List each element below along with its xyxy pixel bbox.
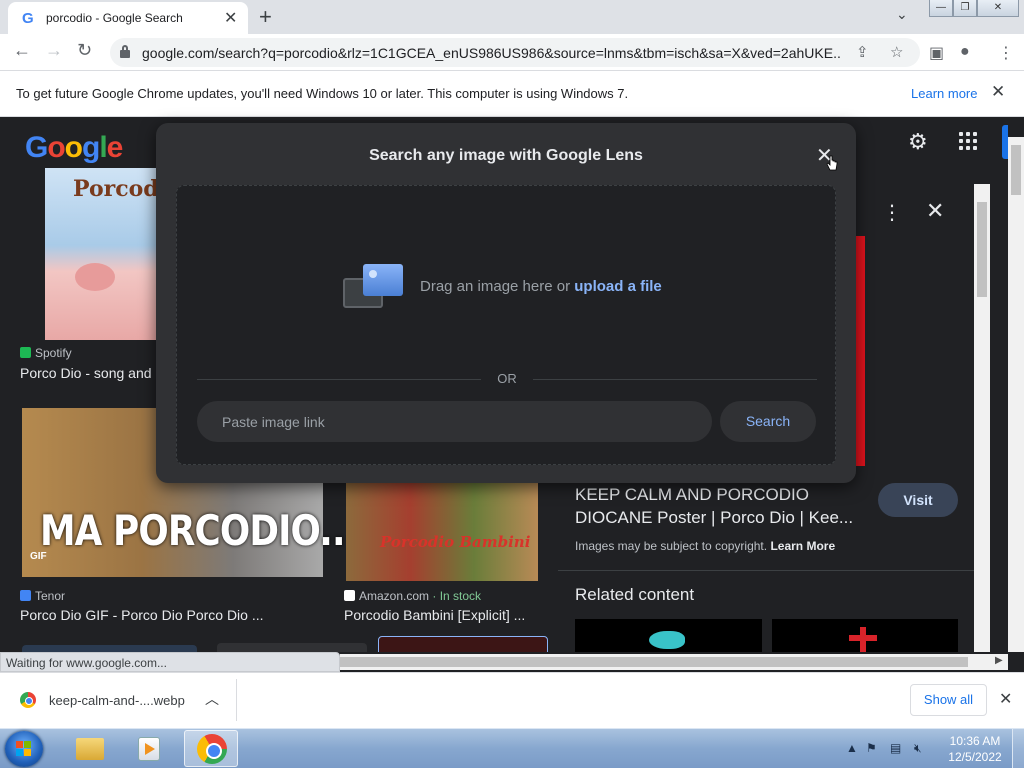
gif-badge: GIF	[30, 551, 47, 562]
infobar-close-icon[interactable]: ✕	[991, 82, 1005, 102]
tab-close-icon[interactable]: ✕	[224, 8, 237, 28]
result-thumbnail[interactable]	[22, 645, 197, 652]
paste-image-link-input[interactable]	[197, 401, 712, 442]
minimize-button[interactable]: —	[929, 0, 953, 17]
result-source[interactable]: Tenor	[20, 589, 65, 603]
download-bar-close-icon[interactable]: ✕	[999, 689, 1012, 709]
preview-title[interactable]: KEEP CALM AND PORCODIO DIOCANE Poster | …	[575, 483, 870, 529]
address-bar[interactable]: google.com/search?q=porcodio&rlz=1C1GCEA…	[110, 38, 920, 67]
side-panel-icon[interactable]: ▣	[929, 43, 944, 63]
image-drop-zone[interactable]: Drag an image here or upload a file OR S…	[176, 185, 836, 465]
download-bar: keep-calm-and-....webp ︿ Show all ✕	[0, 672, 1024, 728]
tab-strip: G porcodio - Google Search ✕ + ⌄ — ❐ ✕	[0, 0, 1024, 34]
tenor-icon	[20, 590, 31, 601]
tab-title: porcodio - Google Search	[46, 11, 183, 25]
lock-icon[interactable]	[120, 45, 130, 58]
system-clock[interactable]: 10:36 AM 12/5/2022	[940, 733, 1010, 765]
reload-icon[interactable]: ↻	[77, 40, 92, 61]
google-lens-dialog: Search any image with Google Lens ✕ Drag…	[156, 123, 856, 483]
update-infobar: To get future Google Chrome updates, you…	[0, 71, 1024, 117]
drag-instructions: Drag an image here or upload a file	[420, 278, 662, 295]
start-button[interactable]	[5, 731, 43, 767]
window-close-button[interactable]: ✕	[977, 0, 1019, 17]
result-source[interactable]: Amazon.com · In stock	[344, 589, 481, 603]
url-text[interactable]: google.com/search?q=porcodio&rlz=1C1GCEA…	[142, 45, 842, 61]
lens-search-button[interactable]: Search	[720, 401, 816, 442]
google-favicon-icon: G	[22, 10, 34, 27]
horizontal-scrollbar[interactable]: ▶	[340, 654, 1008, 670]
learn-more-link[interactable]: Learn more	[911, 86, 977, 101]
download-file-name[interactable]: keep-calm-and-....webp	[49, 693, 185, 708]
related-thumbnail[interactable]	[575, 619, 762, 652]
related-thumbnail[interactable]	[772, 619, 958, 652]
show-desktop-button[interactable]	[1012, 729, 1024, 768]
share-icon[interactable]: ⇪	[856, 43, 869, 61]
forward-icon[interactable]: →	[45, 40, 63, 61]
action-center-flag-icon[interactable]: ⚑	[866, 741, 877, 755]
divider	[236, 679, 237, 721]
divider	[533, 379, 817, 380]
result-thumbnail[interactable]: Porcod	[45, 168, 160, 340]
show-all-button[interactable]: Show all	[910, 684, 987, 716]
panel-close-icon[interactable]: ✕	[926, 198, 944, 224]
media-player-icon	[138, 737, 160, 761]
copyright-notice: Images may be subject to copyright. Lear…	[575, 539, 836, 553]
result-thumbnail[interactable]	[217, 643, 367, 652]
result-thumbnail-selected[interactable]	[378, 636, 548, 652]
folder-icon	[76, 738, 104, 760]
divider	[558, 570, 974, 571]
infobar-message: To get future Google Chrome updates, you…	[16, 86, 629, 101]
menu-icon[interactable]: ⋮	[998, 43, 1014, 63]
new-tab-button[interactable]: +	[259, 4, 272, 30]
tab-search-icon[interactable]: ⌄	[896, 6, 908, 23]
amazon-icon	[344, 590, 355, 601]
divider	[197, 379, 481, 380]
result-title[interactable]: Porco Dio - song and	[20, 365, 152, 381]
hand-cursor-icon	[826, 155, 838, 171]
windows-taskbar: ▲ ⚑ ▤ 🔇︎ 10:36 AM 12/5/2022	[0, 728, 1024, 768]
volume-muted-icon[interactable]: 🔇︎	[914, 741, 922, 756]
browser-tab[interactable]: G porcodio - Google Search ✕	[8, 2, 248, 34]
settings-gear-icon[interactable]: ⚙	[908, 129, 928, 155]
page-scrollbar[interactable]	[1008, 137, 1024, 652]
pig-snout	[75, 263, 115, 291]
restore-button[interactable]: ❐	[953, 0, 977, 17]
star-icon[interactable]: ☆	[890, 43, 903, 61]
windows-logo-icon	[16, 741, 32, 757]
upload-file-link[interactable]: upload a file	[574, 278, 662, 295]
status-bubble: Waiting for www.google.com...	[0, 652, 340, 672]
chrome-icon	[197, 734, 227, 764]
browser-toolbar: ← → ↻ google.com/search?q=porcodio&rlz=1…	[0, 34, 1024, 71]
image-upload-icon	[343, 264, 403, 309]
panel-scrollbar[interactable]	[974, 184, 990, 652]
more-options-icon[interactable]: ⋮	[882, 200, 902, 225]
pig-icon	[649, 631, 685, 649]
google-apps-icon[interactable]	[959, 132, 979, 152]
related-content-heading: Related content	[575, 585, 695, 604]
show-hidden-icons[interactable]: ▲	[846, 741, 858, 755]
network-icon[interactable]: ▤	[890, 741, 901, 755]
profile-icon[interactable]: ●	[960, 43, 970, 61]
explorer-taskbar-button[interactable]	[62, 730, 116, 767]
chevron-up-icon[interactable]: ︿	[205, 689, 219, 709]
media-player-taskbar-button[interactable]	[122, 730, 176, 767]
lens-title: Search any image with Google Lens	[369, 147, 643, 164]
result-source[interactable]: Spotify	[20, 346, 72, 360]
result-title[interactable]: Porcodio Bambini [Explicit] ...	[344, 607, 525, 623]
or-separator: OR	[497, 371, 517, 386]
google-logo[interactable]: Google	[25, 131, 123, 165]
scroll-right-icon[interactable]: ▶	[995, 655, 1003, 666]
result-title[interactable]: Porco Dio GIF - Porco Dio Porco Dio ...	[20, 607, 264, 623]
back-icon[interactable]: ←	[13, 40, 31, 61]
visit-button[interactable]: Visit	[878, 483, 958, 517]
spotify-icon	[20, 347, 31, 358]
copyright-learn-more-link[interactable]: Learn More	[770, 539, 835, 553]
chrome-file-icon	[20, 692, 36, 708]
chrome-taskbar-button[interactable]	[184, 730, 238, 767]
